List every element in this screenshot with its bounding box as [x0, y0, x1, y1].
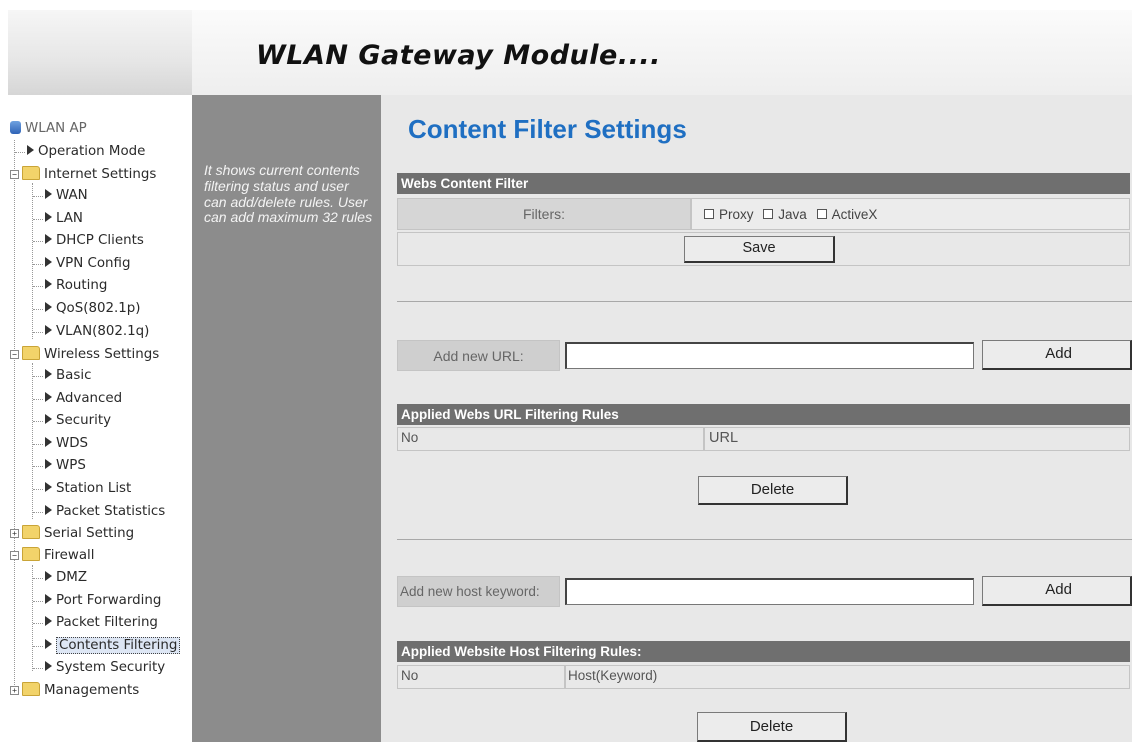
add-url-button[interactable]: Add	[982, 340, 1132, 370]
host-rules-col-no: No	[397, 665, 565, 689]
folder-icon	[22, 682, 40, 696]
host-keyword-input[interactable]	[565, 578, 974, 605]
add-url-label: Add new URL:	[397, 340, 560, 371]
host-rules-col-host: Host(Keyword)	[565, 665, 1130, 689]
tree-item-wds[interactable]: WDS	[45, 434, 88, 454]
divider	[397, 301, 1132, 302]
tree-item-routing[interactable]: Routing	[45, 276, 107, 296]
tree-folder-serial-setting[interactable]: Serial Setting	[22, 524, 134, 544]
arrow-icon	[45, 325, 52, 335]
tree-item-operation-mode[interactable]: Operation Mode	[27, 142, 145, 162]
activex-option[interactable]: ActiveX	[816, 207, 877, 222]
host-rules-heading: Applied Website Host Filtering Rules:	[397, 641, 1130, 662]
expand-managements-icon[interactable]: +	[10, 686, 19, 695]
arrow-icon	[45, 661, 52, 671]
arrow-icon	[45, 279, 52, 289]
add-host-label: Add new host keyword:	[397, 576, 560, 607]
url-input[interactable]	[565, 342, 974, 369]
help-text: It shows current contents filtering stat…	[204, 162, 373, 226]
arrow-icon	[45, 212, 52, 222]
expand-serial-setting-icon[interactable]: +	[10, 529, 19, 538]
tree-item-packet-statistics[interactable]: Packet Statistics	[45, 502, 165, 522]
arrow-icon	[45, 369, 52, 379]
tree-folder-managements[interactable]: Managements	[22, 681, 139, 701]
filters-label: Filters:	[397, 198, 691, 230]
tree-item-vlan[interactable]: VLAN(802.1q)	[45, 322, 149, 342]
folder-icon	[22, 346, 40, 360]
save-button[interactable]: Save	[684, 236, 835, 263]
page-header-title: WLAN Gateway Module....	[256, 40, 661, 71]
arrow-icon	[45, 257, 52, 267]
arrow-icon	[45, 505, 52, 515]
url-rules-col-url: URL	[704, 427, 1130, 451]
arrow-icon	[45, 392, 52, 402]
tree-folder-wireless-settings[interactable]: Wireless Settings	[22, 345, 159, 365]
tree-item-basic[interactable]: Basic	[45, 366, 91, 386]
tree-item-packet-filtering[interactable]: Packet Filtering	[45, 613, 158, 633]
url-rules-col-no: No	[397, 427, 704, 451]
tree-folder-internet-settings[interactable]: Internet Settings	[22, 165, 156, 185]
add-host-button[interactable]: Add	[982, 576, 1132, 606]
tree-item-contents-filtering[interactable]: Contents Filtering	[45, 636, 181, 656]
proxy-option[interactable]: Proxy	[704, 207, 754, 222]
tree-item-wps[interactable]: WPS	[45, 456, 86, 476]
tree-item-security[interactable]: Security	[45, 411, 111, 431]
collapse-firewall-icon[interactable]: −	[10, 551, 19, 560]
tree-item-lan[interactable]: LAN	[45, 209, 83, 229]
arrow-icon	[45, 189, 52, 199]
folder-icon	[22, 166, 40, 180]
page-title: Content Filter Settings	[408, 114, 687, 144]
tree-item-advanced[interactable]: Advanced	[45, 389, 122, 409]
tree-item-port-forwarding[interactable]: Port Forwarding	[45, 591, 161, 611]
arrow-icon	[45, 594, 52, 604]
tree-root-wlan-ap[interactable]: WLAN AP	[10, 119, 87, 139]
arrow-icon	[45, 482, 52, 492]
tree-folder-firewall[interactable]: Firewall	[22, 546, 95, 566]
arrow-icon	[45, 639, 52, 649]
proxy-checkbox[interactable]	[704, 209, 714, 220]
navigation-tree: − − + − + WLAN AP Operation Mode Interne…	[0, 95, 192, 742]
arrow-icon	[45, 302, 52, 312]
tree-item-dhcp-clients[interactable]: DHCP Clients	[45, 231, 144, 251]
divider	[397, 539, 1132, 540]
arrow-icon	[45, 571, 52, 581]
delete-url-button[interactable]: Delete	[698, 476, 848, 505]
url-rules-heading: Applied Webs URL Filtering Rules	[397, 404, 1130, 425]
tree-item-vpn-config[interactable]: VPN Config	[45, 254, 130, 274]
tree-item-wan[interactable]: WAN	[45, 186, 88, 206]
webs-content-filter-heading: Webs Content Filter	[397, 173, 1130, 194]
collapse-wireless-settings-icon[interactable]: −	[10, 350, 19, 359]
access-point-icon	[10, 120, 21, 134]
folder-icon	[22, 525, 40, 539]
arrow-icon	[45, 616, 52, 626]
arrow-icon	[45, 459, 52, 469]
java-checkbox[interactable]	[763, 209, 774, 220]
tree-item-system-security[interactable]: System Security	[45, 658, 165, 678]
filters-options: Proxy Java ActiveX	[691, 198, 1130, 230]
arrow-icon	[45, 414, 52, 424]
arrow-icon	[45, 437, 52, 447]
folder-icon	[22, 547, 40, 561]
tree-item-station-list[interactable]: Station List	[45, 479, 131, 499]
logo-area	[8, 10, 192, 95]
arrow-icon	[45, 234, 52, 244]
activex-checkbox[interactable]	[816, 209, 827, 220]
tree-item-qos[interactable]: QoS(802.1p)	[45, 299, 141, 319]
delete-host-button[interactable]: Delete	[697, 712, 847, 742]
java-option[interactable]: Java	[763, 207, 807, 222]
arrow-icon	[27, 145, 34, 155]
tree-item-dmz[interactable]: DMZ	[45, 568, 87, 588]
collapse-internet-settings-icon[interactable]: −	[10, 170, 19, 179]
